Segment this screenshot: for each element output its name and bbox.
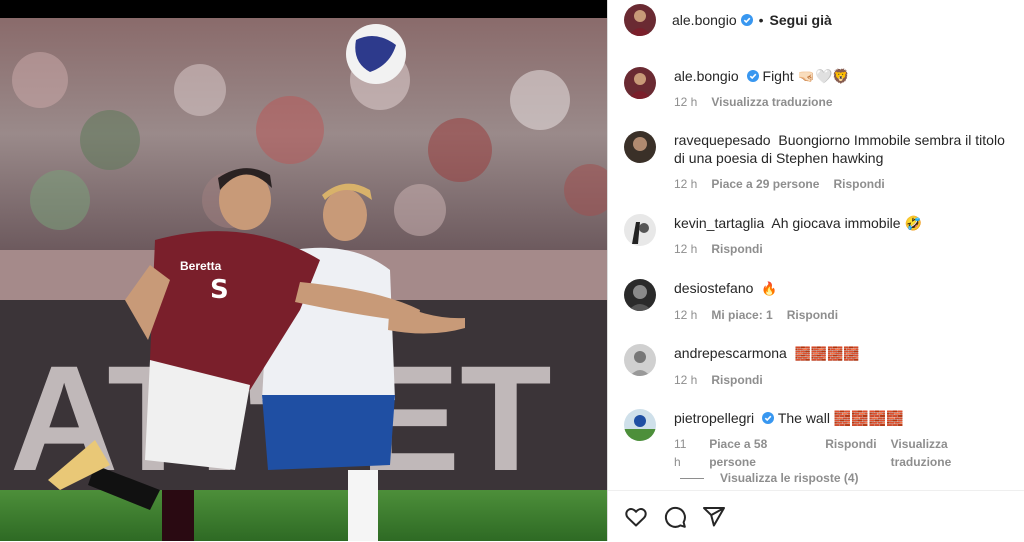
post-header: ale.bongio • Segui già — [608, 0, 1024, 40]
comment-time[interactable]: 12 h — [674, 175, 697, 193]
comment-icon[interactable] — [663, 505, 687, 529]
comment-item: pietropellegri The wall 🧱🧱🧱🧱 11 h Piace … — [624, 409, 1024, 471]
avatar[interactable] — [624, 344, 656, 376]
post-actions — [608, 490, 1024, 542]
avatar[interactable] — [624, 67, 656, 99]
avatar-image — [624, 214, 656, 246]
reply-button[interactable]: Rispondi — [825, 435, 876, 471]
comment-likes[interactable]: Piace a 58 persone — [709, 435, 811, 471]
header-separator: • — [758, 12, 764, 28]
comment-item: kevin_tartaglia Ah giocava immobile 🤣 12… — [624, 214, 1024, 258]
reply-button[interactable]: Rispondi — [711, 240, 762, 258]
caption-username[interactable]: ale.bongio — [674, 68, 739, 84]
verified-badge-icon — [746, 70, 759, 82]
follow-button[interactable]: Segui già — [770, 12, 832, 28]
caption-time[interactable]: 12 h — [674, 93, 697, 111]
avatar-image — [624, 4, 656, 36]
avatar-image — [624, 131, 656, 163]
comment-time[interactable]: 12 h — [674, 306, 697, 324]
comment-text: 🧱🧱🧱🧱 — [794, 346, 860, 361]
avatar[interactable] — [624, 4, 656, 36]
heart-icon[interactable] — [624, 505, 648, 529]
comment-text: 🔥 — [761, 281, 778, 296]
comment-likes[interactable]: Piace a 29 persone — [711, 175, 819, 193]
football-photo: ATI' ET Beretta S — [0, 0, 607, 541]
avatar-image — [624, 409, 656, 441]
avatar-image — [624, 344, 656, 376]
translate-button[interactable]: Visualizza traduzione — [891, 435, 1005, 471]
svg-text:S: S — [210, 275, 229, 305]
view-replies-button[interactable]: Visualizza le risposte (4) — [680, 471, 859, 485]
avatar-image — [624, 67, 656, 99]
comment-text: Ah giocava immobile 🤣 — [771, 215, 922, 231]
avatar[interactable] — [624, 409, 656, 441]
replies-divider — [680, 477, 704, 479]
verified-badge-icon — [740, 14, 753, 26]
comment-time[interactable]: 11 h — [674, 435, 695, 471]
post-photo: ATI' ET Beretta S — [0, 0, 607, 541]
comment-text: The wall 🧱🧱🧱🧱 — [777, 410, 904, 426]
caption-text: Fight 🤜🏻🤍🦁 — [762, 68, 850, 84]
comment-item: desiostefano 🔥 12 h Mi piace: 1 Rispondi — [624, 279, 1024, 324]
reply-button[interactable]: Rispondi — [833, 175, 884, 193]
comment-time[interactable]: 12 h — [674, 371, 697, 389]
comment-username[interactable]: kevin_tartaglia — [674, 215, 764, 231]
send-icon[interactable] — [702, 505, 726, 529]
comment-username[interactable]: andrepescarmona — [674, 345, 787, 361]
avatar[interactable] — [624, 214, 656, 246]
avatar[interactable] — [624, 131, 656, 163]
comment-username[interactable]: desiostefano — [674, 280, 753, 296]
svg-text:Beretta: Beretta — [180, 259, 222, 273]
comment-item: andrepescarmona 🧱🧱🧱🧱 12 h Rispondi — [624, 344, 1024, 389]
post-side-panel: ale.bongio • Segui già ale.bongio Fight … — [607, 0, 1024, 541]
header-username[interactable]: ale.bongio — [672, 12, 737, 28]
avatar[interactable] — [624, 279, 656, 311]
reply-button[interactable]: Rispondi — [711, 371, 762, 389]
translate-button[interactable]: Visualizza traduzione — [711, 93, 832, 111]
avatar-image — [624, 279, 656, 311]
comment-time[interactable]: 12 h — [674, 240, 697, 258]
reply-button[interactable]: Rispondi — [787, 306, 838, 324]
verified-badge-icon — [762, 412, 775, 424]
comment-likes[interactable]: Mi piace: 1 — [711, 306, 772, 324]
view-replies-label[interactable]: Visualizza le risposte (4) — [720, 471, 859, 485]
comment-username[interactable]: pietropellegri — [674, 410, 754, 426]
caption-item: ale.bongio Fight 🤜🏻🤍🦁 12 h Visualizza tr… — [624, 67, 1024, 111]
comment-item: ravequepesado Buongiorno Immobile sembra… — [624, 131, 1024, 193]
comment-username[interactable]: ravequepesado — [674, 132, 771, 148]
